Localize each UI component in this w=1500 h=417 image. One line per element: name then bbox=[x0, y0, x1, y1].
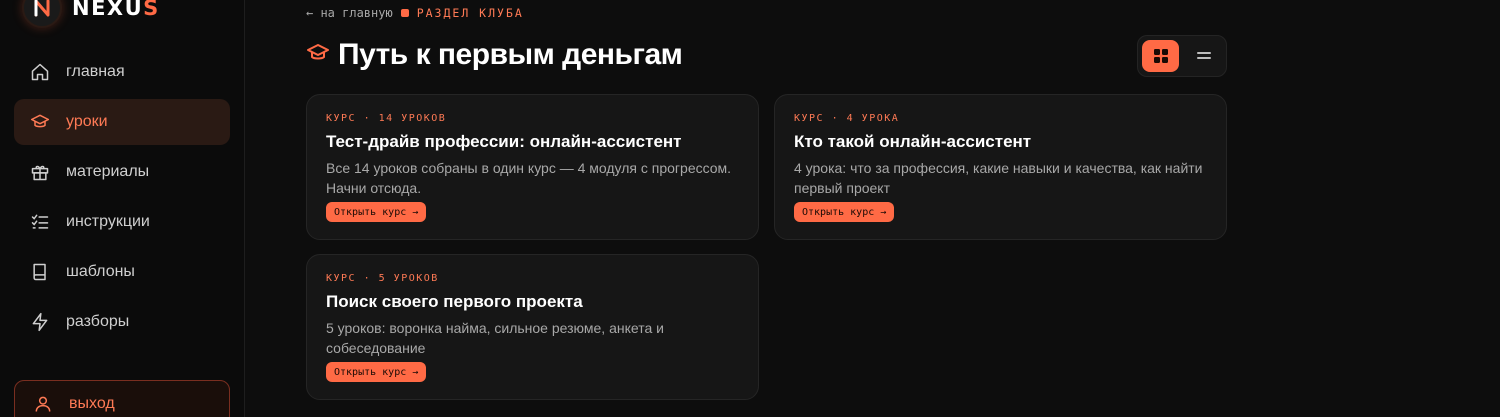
course-description: Все 14 уроков собраны в один курс — 4 мо… bbox=[326, 160, 732, 196]
lightning-icon bbox=[32, 312, 48, 332]
book-icon bbox=[33, 263, 46, 281]
grid-icon bbox=[1153, 49, 1168, 63]
sidebar-item-label: инструкции bbox=[66, 213, 150, 230]
view-toggle bbox=[1137, 35, 1227, 77]
open-course-button[interactable]: Открыть курс → bbox=[794, 202, 895, 222]
logo-icon bbox=[22, 0, 62, 28]
home-icon bbox=[31, 63, 49, 81]
sidebar-item-instructions[interactable]: инструкции bbox=[14, 199, 230, 245]
course-title: Кто такой онлайн-ассистент bbox=[794, 132, 1032, 151]
breadcrumb-section: РАЗДЕЛ КЛУБА bbox=[416, 6, 524, 20]
sidebar-item-label: шаблоны bbox=[66, 263, 135, 280]
list-icon bbox=[1196, 52, 1211, 59]
course-meta: КУРС · 14 УРОКОВ bbox=[326, 113, 447, 124]
grid-view-button[interactable] bbox=[1142, 40, 1179, 72]
open-course-button[interactable]: Открыть курс → bbox=[326, 362, 427, 382]
sidebar-item-home[interactable]: главная bbox=[14, 49, 230, 95]
course-description: 4 урока: что за профессия, какие навыки … bbox=[794, 160, 1203, 196]
logo[interactable]: NEXUS bbox=[22, 0, 160, 28]
back-link[interactable]: ← на главную bbox=[306, 6, 393, 20]
graduation-cap-icon bbox=[306, 41, 330, 70]
logo-text: NEXUS bbox=[72, 0, 160, 20]
course-meta: КУРС · 4 УРОКА bbox=[794, 113, 900, 124]
course-title: Тест-драйв профессии: онлайн-ассистент bbox=[326, 132, 682, 151]
course-card[interactable]: КУРС · 14 УРОКОВ Тест-драйв профессии: о… bbox=[306, 94, 759, 240]
checklist-icon bbox=[31, 214, 49, 229]
graduation-cap-icon bbox=[30, 114, 50, 128]
course-title: Поиск своего первого проекта bbox=[326, 292, 583, 311]
user-icon bbox=[35, 396, 51, 412]
sidebar-nav: главная уроки материалы инструкции шабло… bbox=[14, 49, 230, 349]
breadcrumb: ← на главную РАЗДЕЛ КЛУБА bbox=[306, 6, 524, 20]
sidebar-item-reviews[interactable]: разборы bbox=[14, 299, 230, 345]
logout-button[interactable]: выход bbox=[14, 380, 230, 417]
list-view-button[interactable] bbox=[1185, 40, 1222, 72]
course-card[interactable]: КУРС · 4 УРОКА Кто такой онлайн-ассистен… bbox=[774, 94, 1227, 240]
course-description: 5 уроков: воронка найма, сильное резюме,… bbox=[326, 320, 664, 356]
sidebar-item-materials[interactable]: материалы bbox=[14, 149, 230, 195]
page-title: Путь к первым деньгам bbox=[338, 38, 683, 71]
open-course-button[interactable]: Открыть курс → bbox=[326, 202, 427, 222]
sidebar-item-templates[interactable]: шаблоны bbox=[14, 249, 230, 295]
course-meta: КУРС · 5 УРОКОВ bbox=[326, 273, 439, 284]
sidebar-item-label: разборы bbox=[66, 313, 130, 330]
course-card[interactable]: КУРС · 5 УРОКОВ Поиск своего первого про… bbox=[306, 254, 759, 400]
sidebar: NEXUS главная уроки материалы инструкции… bbox=[0, 0, 245, 417]
sidebar-item-label: главная bbox=[66, 63, 125, 80]
breadcrumb-dot bbox=[400, 9, 409, 17]
logout-label: выход bbox=[69, 395, 115, 412]
sidebar-item-label: материалы bbox=[66, 163, 150, 180]
gift-icon bbox=[31, 165, 49, 181]
sidebar-item-lessons[interactable]: уроки bbox=[14, 99, 230, 145]
page-header: Путь к первым деньгам bbox=[306, 38, 683, 72]
sidebar-item-label: уроки bbox=[66, 113, 108, 130]
